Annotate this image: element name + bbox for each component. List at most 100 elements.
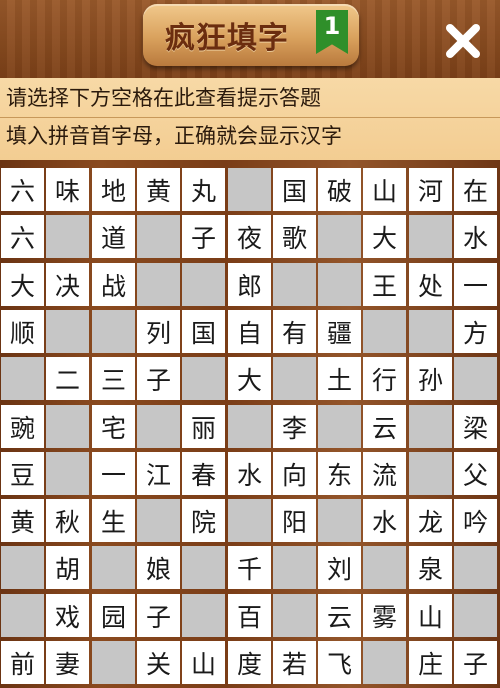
grid-cell-letter[interactable]: 向 — [273, 452, 316, 495]
grid-cell-blank[interactable] — [1, 594, 44, 637]
grid-cell-blank[interactable] — [454, 546, 497, 589]
grid-cell-letter[interactable]: 二 — [46, 357, 89, 400]
grid-cell-blank[interactable] — [228, 499, 271, 542]
grid-cell-blank[interactable] — [318, 215, 361, 258]
grid-cell-letter[interactable]: 自 — [228, 310, 271, 353]
grid-cell-letter[interactable]: 处 — [409, 263, 452, 306]
grid-cell-letter[interactable]: 娘 — [137, 546, 180, 589]
grid-cell-blank[interactable] — [454, 594, 497, 637]
grid-cell-letter[interactable]: 大 — [228, 357, 271, 400]
grid-cell-blank[interactable] — [273, 594, 316, 637]
grid-cell-blank[interactable] — [92, 546, 135, 589]
grid-cell-letter[interactable]: 李 — [273, 405, 316, 448]
grid-cell-letter[interactable]: 雾 — [363, 594, 406, 637]
grid-cell-blank[interactable] — [182, 594, 225, 637]
grid-cell-letter[interactable]: 味 — [46, 168, 89, 211]
grid-cell-letter[interactable]: 刘 — [318, 546, 361, 589]
grid-cell-letter[interactable]: 王 — [363, 263, 406, 306]
grid-cell-letter[interactable]: 三 — [92, 357, 135, 400]
grid-cell-blank[interactable] — [318, 263, 361, 306]
grid-cell-blank[interactable] — [182, 357, 225, 400]
grid-cell-letter[interactable]: 夜 — [228, 215, 271, 258]
grid-cell-blank[interactable] — [273, 546, 316, 589]
grid-cell-letter[interactable]: 千 — [228, 546, 271, 589]
grid-cell-blank[interactable] — [409, 452, 452, 495]
grid-cell-letter[interactable]: 国 — [273, 168, 316, 211]
grid-cell-blank[interactable] — [1, 357, 44, 400]
grid-cell-letter[interactable]: 子 — [137, 357, 180, 400]
grid-cell-blank[interactable] — [182, 263, 225, 306]
grid-cell-letter[interactable]: 歌 — [273, 215, 316, 258]
grid-cell-letter[interactable]: 豌 — [1, 405, 44, 448]
grid-cell-letter[interactable]: 宅 — [92, 405, 135, 448]
grid-cell-letter[interactable]: 土 — [318, 357, 361, 400]
grid-cell-letter[interactable]: 云 — [318, 594, 361, 637]
grid-cell-letter[interactable]: 园 — [92, 594, 135, 637]
grid-cell-blank[interactable] — [92, 310, 135, 353]
grid-cell-letter[interactable]: 前 — [1, 641, 44, 684]
grid-cell-letter[interactable]: 道 — [92, 215, 135, 258]
grid-cell-blank[interactable] — [46, 405, 89, 448]
grid-cell-blank[interactable] — [409, 310, 452, 353]
grid-cell-blank[interactable] — [228, 405, 271, 448]
grid-cell-blank[interactable] — [273, 357, 316, 400]
grid-cell-blank[interactable] — [137, 263, 180, 306]
grid-cell-letter[interactable]: 大 — [363, 215, 406, 258]
grid-cell-letter[interactable]: 黄 — [137, 168, 180, 211]
grid-cell-blank[interactable] — [318, 405, 361, 448]
grid-cell-letter[interactable]: 庄 — [409, 641, 452, 684]
grid-cell-letter[interactable]: 疆 — [318, 310, 361, 353]
grid-cell-blank[interactable] — [1, 546, 44, 589]
grid-cell-letter[interactable]: 阳 — [273, 499, 316, 542]
grid-cell-letter[interactable]: 梁 — [454, 405, 497, 448]
grid-cell-blank[interactable] — [182, 546, 225, 589]
grid-cell-letter[interactable]: 地 — [92, 168, 135, 211]
grid-cell-letter[interactable]: 泉 — [409, 546, 452, 589]
grid-cell-letter[interactable]: 国 — [182, 310, 225, 353]
grid-cell-letter[interactable]: 丽 — [182, 405, 225, 448]
grid-cell-letter[interactable]: 春 — [182, 452, 225, 495]
grid-cell-blank[interactable] — [363, 641, 406, 684]
grid-cell-letter[interactable]: 六 — [1, 215, 44, 258]
grid-cell-letter[interactable]: 山 — [409, 594, 452, 637]
grid-cell-blank[interactable] — [137, 405, 180, 448]
grid-cell-letter[interactable]: 列 — [137, 310, 180, 353]
grid-cell-letter[interactable]: 大 — [1, 263, 44, 306]
grid-cell-blank[interactable] — [137, 215, 180, 258]
grid-cell-letter[interactable]: 在 — [454, 168, 497, 211]
grid-cell-letter[interactable]: 妻 — [46, 641, 89, 684]
grid-cell-letter[interactable]: 有 — [273, 310, 316, 353]
grid-cell-blank[interactable] — [46, 310, 89, 353]
grid-cell-letter[interactable]: 吟 — [454, 499, 497, 542]
grid-cell-letter[interactable]: 豆 — [1, 452, 44, 495]
grid-cell-blank[interactable] — [46, 452, 89, 495]
grid-cell-letter[interactable]: 水 — [228, 452, 271, 495]
grid-cell-letter[interactable]: 父 — [454, 452, 497, 495]
grid-cell-blank[interactable] — [92, 641, 135, 684]
grid-cell-letter[interactable]: 郎 — [228, 263, 271, 306]
grid-cell-blank[interactable] — [318, 499, 361, 542]
grid-cell-blank[interactable] — [363, 546, 406, 589]
grid-cell-letter[interactable]: 秋 — [46, 499, 89, 542]
grid-cell-letter[interactable]: 院 — [182, 499, 225, 542]
grid-cell-letter[interactable]: 生 — [92, 499, 135, 542]
grid-cell-letter[interactable]: 东 — [318, 452, 361, 495]
grid-cell-letter[interactable]: 江 — [137, 452, 180, 495]
grid-cell-letter[interactable]: 水 — [363, 499, 406, 542]
grid-cell-letter[interactable]: 一 — [454, 263, 497, 306]
grid-cell-letter[interactable]: 山 — [182, 641, 225, 684]
grid-cell-letter[interactable]: 水 — [454, 215, 497, 258]
grid-cell-letter[interactable]: 度 — [228, 641, 271, 684]
grid-cell-letter[interactable]: 云 — [363, 405, 406, 448]
grid-cell-blank[interactable] — [273, 263, 316, 306]
grid-cell-blank[interactable] — [454, 357, 497, 400]
grid-cell-letter[interactable]: 六 — [1, 168, 44, 211]
grid-cell-letter[interactable]: 关 — [137, 641, 180, 684]
grid-cell-letter[interactable]: 子 — [454, 641, 497, 684]
grid-cell-letter[interactable]: 顺 — [1, 310, 44, 353]
grid-cell-letter[interactable]: 百 — [228, 594, 271, 637]
grid-cell-blank[interactable] — [363, 310, 406, 353]
grid-cell-letter[interactable]: 黄 — [1, 499, 44, 542]
grid-cell-letter[interactable]: 龙 — [409, 499, 452, 542]
grid-cell-letter[interactable]: 子 — [137, 594, 180, 637]
